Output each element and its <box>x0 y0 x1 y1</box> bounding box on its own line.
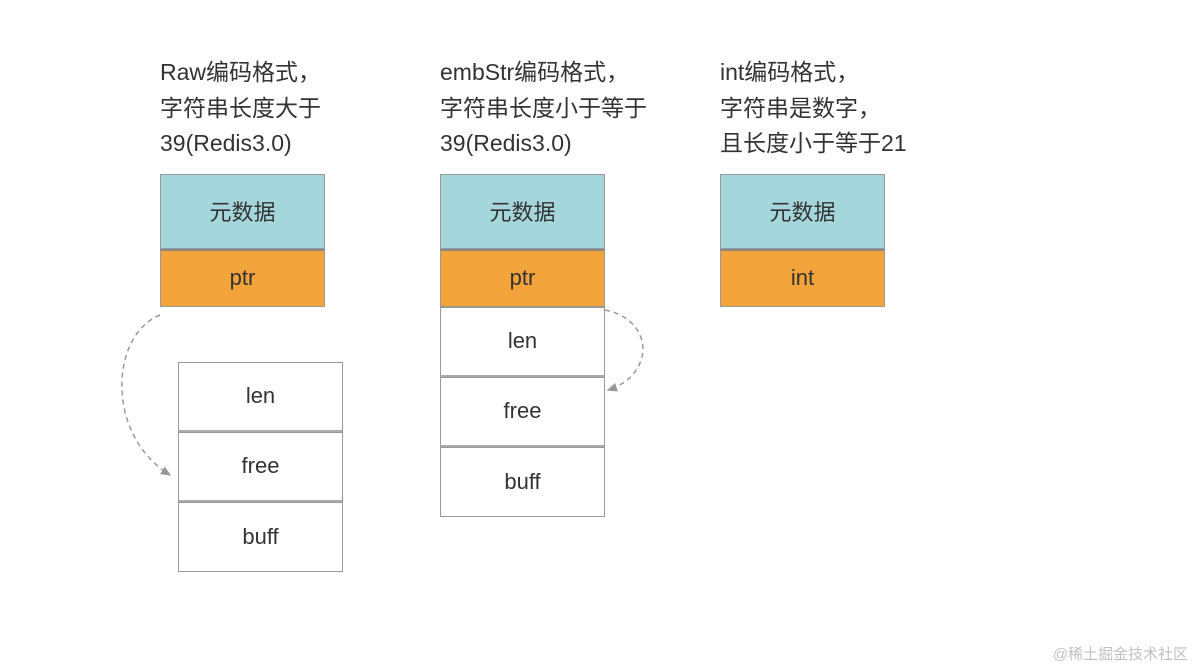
watermark-text: @稀土掘金技术社区 <box>1053 643 1188 664</box>
embstr-description: embStr编码格式， 字符串长度小于等于 39(Redis3.0) <box>440 55 720 162</box>
int-description: int编码格式， 字符串是数字， 且长度小于等于21 <box>720 55 1000 162</box>
int-desc-line3: 且长度小于等于21 <box>720 130 907 156</box>
int-encoding-column: int编码格式， 字符串是数字， 且长度小于等于21 元数据 int <box>720 55 1000 307</box>
raw-ptr-box: ptr <box>160 249 325 307</box>
raw-meta-box: 元数据 <box>160 174 325 249</box>
int-desc-line2: 字符串是数字， <box>720 95 881 121</box>
embstr-len-box: len <box>440 307 605 377</box>
int-value-box: int <box>720 249 885 307</box>
raw-object-stack: 元数据 ptr <box>160 174 440 307</box>
embstr-buff-box: buff <box>440 447 605 517</box>
raw-encoding-column: Raw编码格式， 字符串长度大于 39(Redis3.0) 元数据 ptr le… <box>160 55 440 572</box>
embstr-free-box: free <box>440 377 605 447</box>
int-object-stack: 元数据 int <box>720 174 1000 307</box>
embstr-object-stack: 元数据 ptr len free buff <box>440 174 720 517</box>
embstr-encoding-column: embStr编码格式， 字符串长度小于等于 39(Redis3.0) 元数据 p… <box>440 55 720 517</box>
embstr-ptr-box: ptr <box>440 249 605 307</box>
raw-free-box: free <box>178 432 343 502</box>
int-meta-box: 元数据 <box>720 174 885 249</box>
raw-desc-line3: 39(Redis3.0) <box>160 130 292 156</box>
raw-description: Raw编码格式， 字符串长度大于 39(Redis3.0) <box>160 55 440 162</box>
int-desc-line1: int编码格式， <box>720 59 859 85</box>
embstr-desc-line1: embStr编码格式， <box>440 59 629 85</box>
embstr-desc-line3: 39(Redis3.0) <box>440 130 572 156</box>
raw-buff-box: buff <box>178 502 343 572</box>
embstr-desc-line2: 字符串长度小于等于 <box>440 95 647 121</box>
embstr-meta-box: 元数据 <box>440 174 605 249</box>
raw-sds-stack: len free buff <box>178 362 440 572</box>
raw-desc-line2: 字符串长度大于 <box>160 95 321 121</box>
raw-desc-line1: Raw编码格式， <box>160 59 321 85</box>
raw-len-box: len <box>178 362 343 432</box>
